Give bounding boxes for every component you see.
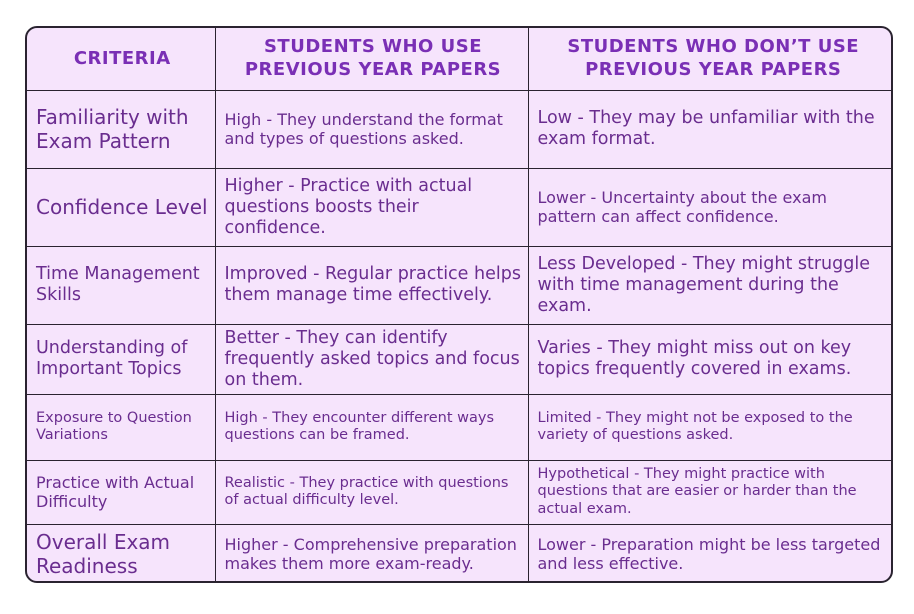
criteria-cell: Time Management Skills	[27, 245, 216, 325]
table-row: Practice with Actual Difficulty Realisti…	[27, 459, 891, 525]
header-students-who-use: Students Who Use Previous Year Papers	[214, 28, 529, 91]
use-cell: Better - They can identify frequently as…	[214, 323, 529, 395]
table-row: Confidence Level Higher - Practice with …	[27, 167, 891, 247]
dont-use-cell: Less Developed - They might struggle wit…	[527, 245, 891, 325]
criteria-cell: Overall Exam Readiness	[27, 523, 216, 581]
header-criteria: Criteria	[27, 28, 216, 91]
use-cell: High - They encounter different ways que…	[214, 393, 529, 461]
use-cell: Higher - Practice with actual questions …	[214, 167, 529, 247]
criteria-cell: Confidence Level	[27, 167, 216, 247]
table-row: Understanding of Important Topics Better…	[27, 323, 891, 395]
table-row: Overall Exam Readiness Higher - Comprehe…	[27, 523, 891, 581]
header-row: Criteria Students Who Use Previous Year …	[27, 28, 891, 91]
criteria-cell: Familiarity with Exam Pattern	[27, 89, 216, 169]
criteria-cell: Exposure to Question Variations	[27, 393, 216, 461]
use-cell: High - They understand the format and ty…	[214, 89, 529, 169]
use-cell: Higher - Comprehensive preparation makes…	[214, 523, 529, 581]
table-row: Exposure to Question Variations High - T…	[27, 393, 891, 461]
dont-use-cell: Lower - Preparation might be less target…	[527, 523, 891, 581]
criteria-cell: Practice with Actual Difficulty	[27, 459, 216, 525]
criteria-cell: Understanding of Important Topics	[27, 323, 216, 395]
table-row: Time Management Skills Improved - Regula…	[27, 245, 891, 325]
use-cell: Improved - Regular practice helps them m…	[214, 245, 529, 325]
table-row: Familiarity with Exam Pattern High - The…	[27, 89, 891, 169]
dont-use-cell: Hypothetical - They might practice with …	[527, 459, 891, 525]
dont-use-cell: Limited - They might not be exposed to t…	[527, 393, 891, 461]
dont-use-cell: Low - They may be unfamiliar with the ex…	[527, 89, 891, 169]
header-students-who-dont-use: Students Who Don’t Use Previous Year Pap…	[527, 28, 891, 91]
dont-use-cell: Lower - Uncertainty about the exam patte…	[527, 167, 891, 247]
comparison-table: Criteria Students Who Use Previous Year …	[25, 26, 893, 583]
use-cell: Realistic - They practice with questions…	[214, 459, 529, 525]
dont-use-cell: Varies - They might miss out on key topi…	[527, 323, 891, 395]
comparison-table-grid: Criteria Students Who Use Previous Year …	[27, 28, 891, 581]
